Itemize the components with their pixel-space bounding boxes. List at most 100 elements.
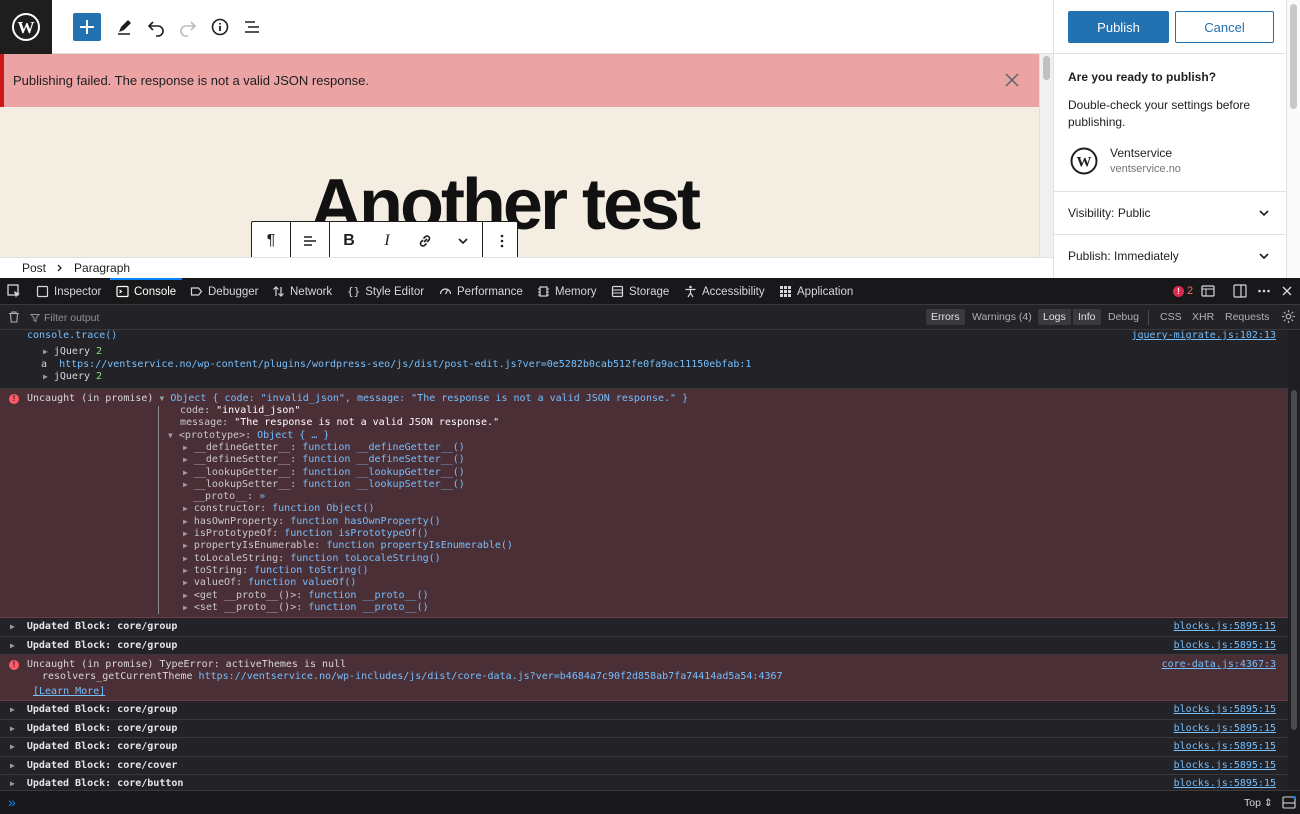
log-source-link[interactable]: blocks.js:5895:15: [1174, 704, 1276, 716]
filter-logs-button[interactable]: Logs: [1038, 309, 1071, 325]
close-icon[interactable]: [1279, 283, 1295, 299]
object-property[interactable]: ▶ __lookupSetter__: function __lookupSet…: [183, 479, 465, 491]
italic-button[interactable]: I: [368, 222, 406, 260]
canvas-scrollbar[interactable]: [1039, 54, 1053, 278]
error-count-badge[interactable]: ! 2: [1173, 285, 1193, 297]
object-property[interactable]: ▶ propertyIsEnumerable: function propert…: [183, 540, 513, 552]
trace-frame-jquery[interactable]: ▶ jQuery 2: [43, 346, 102, 358]
paragraph-icon[interactable]: ¶: [252, 222, 290, 260]
scrollbar-thumb[interactable]: [1043, 56, 1050, 80]
bold-button[interactable]: B: [330, 222, 368, 260]
split-console-icon[interactable]: [1282, 796, 1296, 809]
console-log-entry[interactable]: ▶ Updated Block: core/group blocks.js:589…: [0, 738, 1288, 757]
more-formatting-button[interactable]: [444, 222, 482, 260]
object-property[interactable]: ▶ toLocaleString: function toLocaleStrin…: [183, 553, 441, 565]
filter-warnings-button[interactable]: Warnings (4): [967, 309, 1037, 325]
object-property[interactable]: ▶ isPrototypeOf: function isPrototypeOf(…: [183, 528, 429, 540]
tab-storage[interactable]: Storage: [611, 278, 669, 305]
console-scrollbar[interactable]: [1288, 330, 1300, 790]
log-source-link[interactable]: blocks.js:5895:15: [1174, 621, 1276, 633]
trace-frame-link[interactable]: https://ventservice.no/wp-content/plugin…: [59, 359, 751, 370]
filter-debug-button[interactable]: Debug: [1103, 309, 1144, 325]
list-view-button[interactable]: [238, 13, 266, 41]
block-options-button[interactable]: [483, 222, 521, 260]
trash-icon[interactable]: [7, 310, 21, 324]
align-button[interactable]: [291, 222, 329, 260]
site-url: ventservice.no: [1110, 163, 1181, 175]
breadcrumb-paragraph[interactable]: Paragraph: [74, 261, 130, 275]
breadcrumb-post[interactable]: Post: [22, 261, 46, 275]
object-property[interactable]: ▶ hasOwnProperty: function hasOwnPropert…: [183, 516, 441, 528]
tools-button[interactable]: [110, 13, 138, 41]
filter-errors-button[interactable]: Errors: [926, 309, 965, 325]
sidebar-scrollbar[interactable]: [1286, 0, 1300, 278]
object-property[interactable]: ▶ <set __proto__()>: function __proto__(…: [183, 602, 429, 614]
filter-output-input[interactable]: Filter output: [30, 309, 260, 326]
tab-application[interactable]: Application: [779, 278, 853, 305]
error-message[interactable]: Uncaught (in promise) ▼ Object { code: "…: [27, 393, 688, 405]
context-select[interactable]: Top ⇕: [1244, 797, 1273, 809]
publish-button[interactable]: Publish: [1068, 11, 1169, 43]
tab-network[interactable]: Network: [272, 278, 332, 305]
console-input-bar[interactable]: » Top ⇕: [0, 790, 1300, 814]
more-horizontal-icon[interactable]: [1256, 283, 1272, 299]
wordpress-logo-icon[interactable]: W: [0, 0, 52, 54]
object-property[interactable]: ▶ __defineGetter__: function __defineGet…: [183, 442, 465, 454]
console-log-entry[interactable]: ▶ Updated Block: core/group blocks.js:589…: [0, 618, 1288, 637]
scrollbar-thumb[interactable]: [1290, 4, 1297, 109]
trace-frame-url[interactable]: a https://ventservice.no/wp-content/plug…: [41, 359, 751, 371]
object-property[interactable]: ▶ constructor: function Object(): [183, 503, 375, 515]
object-property[interactable]: code: "invalid_json": [180, 405, 300, 417]
error-message[interactable]: Uncaught (in promise) TypeError: activeT…: [27, 659, 346, 671]
trace-source-link[interactable]: jquery-migrate.js:102:13: [1132, 330, 1277, 342]
tab-console[interactable]: Console: [116, 278, 176, 305]
filter-css-button[interactable]: CSS: [1155, 309, 1187, 325]
log-source-link[interactable]: blocks.js:5895:15: [1174, 741, 1276, 753]
object-property[interactable]: message: "The response is not a valid JS…: [180, 417, 499, 429]
tab-accessibility[interactable]: Accessibility: [684, 278, 765, 305]
gear-icon[interactable]: [1281, 309, 1296, 324]
visibility-panel[interactable]: Visibility: Public: [1054, 191, 1287, 234]
object-property[interactable]: ▶ __lookupGetter__: function __lookupGet…: [183, 467, 465, 479]
redo-button[interactable]: [174, 13, 202, 41]
filter-info-button[interactable]: Info: [1073, 309, 1101, 325]
console-log-entry[interactable]: ▶ Updated Block: core/group blocks.js:589…: [0, 701, 1288, 720]
object-property[interactable]: __proto__: »: [193, 491, 265, 503]
object-property[interactable]: ▶ toString: function toString(): [183, 565, 368, 577]
log-source-link[interactable]: blocks.js:5895:15: [1174, 760, 1276, 772]
log-source-link[interactable]: blocks.js:5895:15: [1174, 778, 1276, 790]
object-property[interactable]: ▶ valueOf: function valueOf(): [183, 577, 356, 589]
console-log-entry[interactable]: ▶ Updated Block: core/group blocks.js:589…: [0, 637, 1288, 655]
cancel-button[interactable]: Cancel: [1175, 11, 1274, 43]
console-log-entry[interactable]: ▶ Updated Block: core/cover blocks.js:589…: [0, 757, 1288, 775]
error-notice: Publishing failed. The response is not a…: [0, 54, 1039, 107]
scrollbar-thumb[interactable]: [1291, 390, 1297, 730]
tab-memory[interactable]: Memory: [537, 278, 597, 305]
filter-requests-button[interactable]: Requests: [1220, 309, 1274, 325]
tab-style-editor[interactable]: {} Style Editor: [347, 278, 424, 305]
learn-more-link[interactable]: [Learn More]: [33, 686, 105, 698]
error-source-link[interactable]: core-data.js:4367:3: [1162, 659, 1276, 671]
log-source-link[interactable]: blocks.js:5895:15: [1174, 640, 1276, 652]
console-log-entry[interactable]: ▶ Updated Block: core/button blocks.js:58…: [0, 775, 1288, 790]
object-property[interactable]: ▼ <prototype>: Object { … }: [168, 430, 329, 442]
close-icon[interactable]: [1001, 69, 1023, 91]
dock-icon[interactable]: [1232, 283, 1248, 299]
publish-date-panel[interactable]: Publish: Immediately: [1054, 234, 1287, 277]
frame-icon[interactable]: [1200, 283, 1216, 299]
tab-performance[interactable]: Performance: [439, 278, 523, 305]
tab-inspector[interactable]: Inspector: [36, 278, 101, 305]
filter-xhr-button[interactable]: XHR: [1187, 309, 1219, 325]
log-source-link[interactable]: blocks.js:5895:15: [1174, 723, 1276, 735]
details-button[interactable]: [206, 13, 234, 41]
object-property[interactable]: ▶ __defineSetter__: function __defineSet…: [183, 454, 465, 466]
object-property[interactable]: ▶ <get __proto__()>: function __proto__(…: [183, 590, 429, 602]
add-block-button[interactable]: [73, 13, 101, 41]
undo-button[interactable]: [142, 13, 170, 41]
trace-frame-jquery-2[interactable]: ▶ jQuery 2: [43, 371, 102, 383]
link-button[interactable]: [406, 222, 444, 260]
stack-link[interactable]: https://ventservice.no/wp-includes/js/di…: [199, 671, 783, 682]
console-log-entry[interactable]: ▶ Updated Block: core/group blocks.js:589…: [0, 720, 1288, 738]
tab-debugger[interactable]: Debugger: [190, 278, 259, 305]
element-picker-icon[interactable]: [6, 283, 22, 299]
